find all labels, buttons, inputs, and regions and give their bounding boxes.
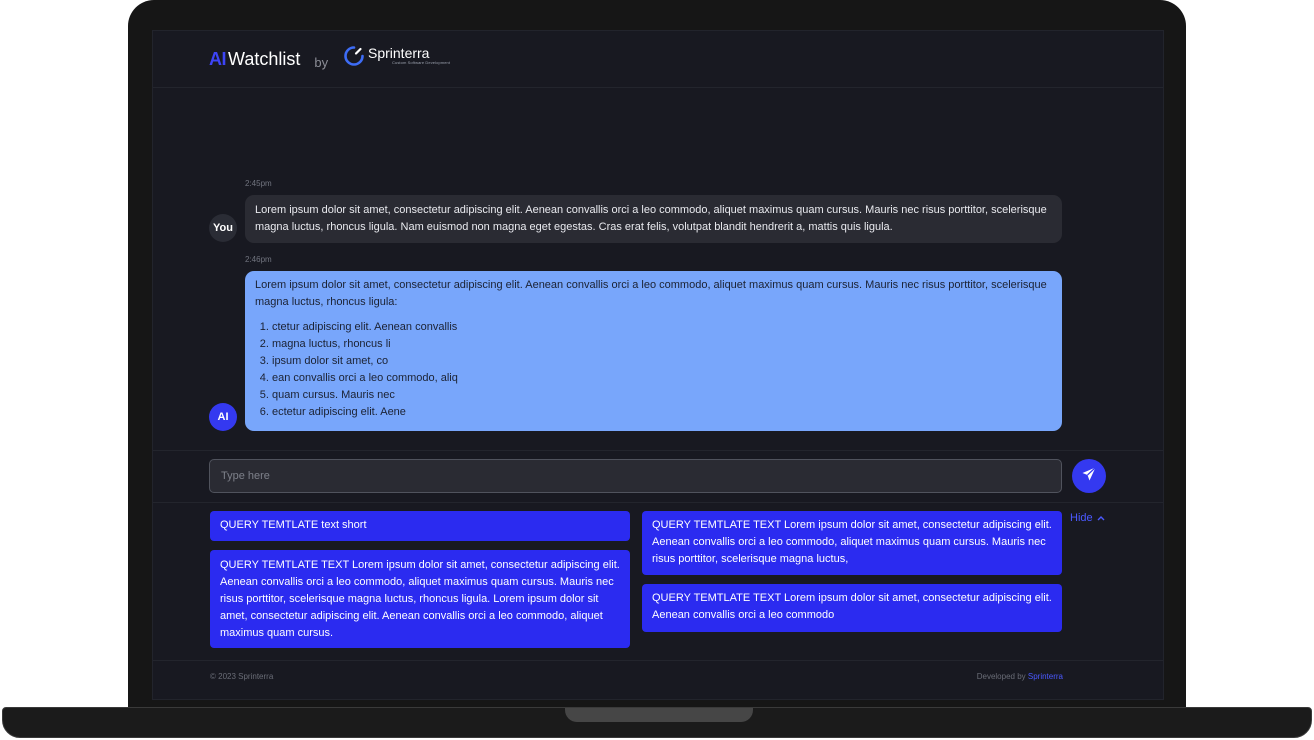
sprinterra-logo-icon — [343, 45, 365, 67]
logo-by-text: by — [314, 54, 329, 70]
ai-message-list: ctetur adipiscing elit. Aenean convallis… — [255, 319, 1052, 421]
message-input[interactable] — [209, 459, 1062, 493]
list-item: ipsum dolor sit amet, co — [272, 353, 1052, 370]
query-template-text: QUERY TEMTLATE TEXT Lorem ipsum dolor si… — [652, 592, 1052, 621]
list-item: ctetur adipiscing elit. Aenean convallis — [272, 319, 1052, 336]
list-item: quam cursus. Mauris nec — [272, 387, 1052, 404]
ai-message-text: Lorem ipsum dolor sit amet, consectetur … — [255, 279, 1047, 308]
brand-name: Sprinterra — [368, 45, 430, 61]
hide-templates-button[interactable]: Hide — [1070, 512, 1105, 524]
paper-plane-icon — [1081, 466, 1097, 487]
ai-avatar: AI — [209, 403, 237, 431]
send-button[interactable] — [1072, 459, 1106, 493]
laptop-notch — [565, 708, 753, 722]
user-message-bubble: Lorem ipsum dolor sit amet, consectetur … — [245, 195, 1062, 243]
sprinterra-brand[interactable]: Sprinterra Custom Software Development — [343, 45, 450, 67]
developed-by-text: Developed by — [976, 672, 1026, 681]
query-template-text: QUERY TEMTLATE TEXT Lorem ipsum dolor si… — [652, 519, 1052, 565]
app-screen: AI Watchlist by Sprinterra Custom Softwa… — [152, 30, 1164, 700]
query-template-button[interactable]: QUERY TEMTLATE TEXT Lorem ipsum dolor si… — [642, 511, 1062, 575]
query-template-button[interactable]: QUERY TEMTLATE text short — [210, 511, 630, 541]
developer-link[interactable]: Sprinterra — [1028, 672, 1063, 681]
query-template-text: QUERY TEMTLATE TEXT Lorem ipsum dolor si… — [220, 559, 620, 639]
logo-ai-text: AI — [209, 49, 227, 69]
query-template-text: QUERY TEMTLATE text short — [220, 519, 367, 531]
list-item: magna luctus, rhoncus li — [272, 336, 1052, 353]
developed-by: Developed by Sprinterra — [977, 672, 1063, 681]
list-item: ean convallis orci a leo commodo, aliq — [272, 370, 1052, 387]
brand-tagline: Custom Software Development — [392, 60, 451, 65]
brand-text: Sprinterra Custom Software Development — [368, 46, 450, 66]
message-time: 2:46pm — [245, 255, 272, 264]
list-item: ectetur adipiscing elit. Aene — [272, 404, 1052, 421]
user-avatar: You — [209, 214, 237, 242]
hide-label: Hide — [1070, 512, 1093, 524]
message-time: 2:45pm — [245, 179, 272, 188]
copyright-text: © 2023 Sprinterra — [210, 672, 274, 681]
chevron-up-icon — [1093, 512, 1105, 524]
app-logo[interactable]: AI Watchlist by — [209, 49, 328, 70]
query-template-button[interactable]: QUERY TEMTLATE TEXT Lorem ipsum dolor si… — [642, 584, 1062, 632]
ai-message-bubble: Lorem ipsum dolor sit amet, consectetur … — [245, 271, 1062, 431]
message-composer — [153, 450, 1163, 503]
user-message-text: Lorem ipsum dolor sit amet, consectetur … — [255, 204, 1047, 233]
query-template-button[interactable]: QUERY TEMTLATE TEXT Lorem ipsum dolor si… — [210, 550, 630, 648]
app-header: AI Watchlist by Sprinterra Custom Softwa… — [153, 31, 1163, 88]
laptop-base — [2, 707, 1312, 738]
app-footer: © 2023 Sprinterra Developed by Sprinterr… — [153, 660, 1163, 699]
logo-name-text: Watchlist — [228, 49, 301, 69]
